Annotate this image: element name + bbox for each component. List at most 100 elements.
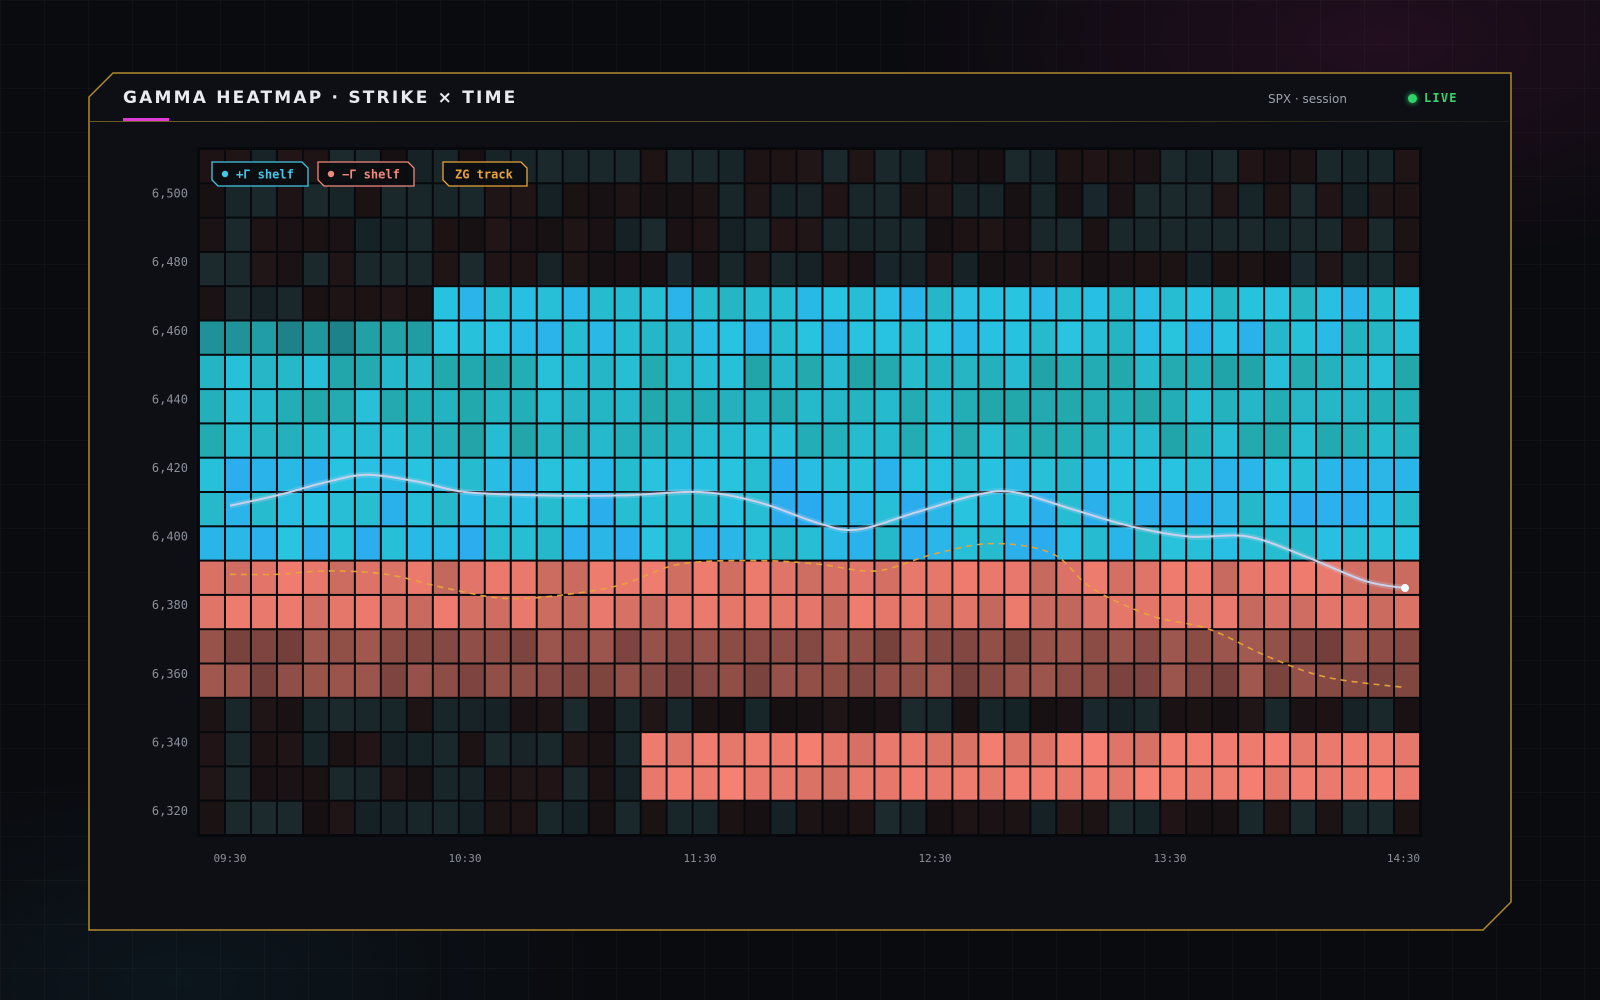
heatmap-cell bbox=[277, 733, 302, 766]
heatmap-cell bbox=[1187, 561, 1212, 594]
heatmap-cell bbox=[979, 664, 1004, 697]
heatmap-cell bbox=[1239, 493, 1264, 526]
heatmap-cell bbox=[667, 287, 692, 320]
heatmap-cell bbox=[693, 321, 718, 354]
heatmap-cell bbox=[1213, 252, 1238, 286]
heatmap-cell bbox=[927, 287, 952, 320]
legend-dot-icon bbox=[327, 170, 335, 178]
heatmap-cell bbox=[303, 287, 328, 320]
heatmap-cell bbox=[927, 390, 952, 423]
heatmap-cell bbox=[1031, 287, 1056, 320]
heatmap-cell bbox=[771, 630, 796, 663]
heatmap-cell bbox=[953, 321, 978, 354]
heatmap-cell bbox=[875, 527, 900, 560]
heatmap-cell bbox=[433, 595, 458, 629]
heatmap-cell bbox=[849, 390, 874, 423]
heatmap-cell bbox=[381, 527, 406, 560]
heatmap-cell bbox=[1213, 355, 1238, 389]
heatmap-cell bbox=[537, 150, 562, 183]
heatmap-cell bbox=[485, 527, 510, 560]
heatmap-cell bbox=[1213, 767, 1238, 800]
heatmap-cell bbox=[277, 458, 302, 491]
heatmap-cell bbox=[927, 630, 952, 663]
heatmap-cell bbox=[641, 733, 666, 766]
heatmap-cell bbox=[1395, 767, 1419, 800]
heatmap-cell bbox=[1265, 493, 1290, 526]
heatmap-cell bbox=[1187, 458, 1212, 491]
heatmap-cell bbox=[1395, 595, 1419, 629]
heatmap-cell bbox=[407, 767, 432, 800]
heatmap-cell bbox=[277, 630, 302, 663]
heatmap-cell bbox=[1135, 424, 1160, 457]
heatmap-cell bbox=[1369, 458, 1394, 491]
heatmap-cell bbox=[433, 218, 458, 251]
heatmap-cell bbox=[875, 150, 900, 183]
heatmap-cell bbox=[589, 664, 614, 697]
heatmap-cell bbox=[459, 218, 484, 251]
heatmap-cell bbox=[537, 184, 562, 217]
heatmap-cell bbox=[1135, 458, 1160, 491]
heatmap-cell bbox=[589, 595, 614, 629]
heatmap-cell bbox=[381, 698, 406, 732]
heatmap-cell bbox=[589, 458, 614, 491]
heatmap-cell bbox=[407, 698, 432, 732]
heatmap-cell bbox=[1343, 424, 1368, 457]
heatmap-cell bbox=[823, 184, 848, 217]
heatmap-cell bbox=[563, 150, 588, 183]
heatmap-cell bbox=[329, 561, 354, 594]
heatmap-cell bbox=[1239, 801, 1264, 834]
heatmap-cell bbox=[355, 527, 380, 560]
heatmap-cell bbox=[225, 561, 250, 594]
heatmap-cell bbox=[979, 733, 1004, 766]
heatmap-cell bbox=[1187, 733, 1212, 766]
heatmap-cell bbox=[1265, 150, 1290, 183]
heatmap-cell bbox=[381, 493, 406, 526]
heatmap-cell bbox=[1239, 424, 1264, 457]
heatmap-cell bbox=[225, 767, 250, 800]
heatmap-cell bbox=[459, 595, 484, 629]
heatmap-cell bbox=[1135, 355, 1160, 389]
heatmap-cell bbox=[355, 424, 380, 457]
heatmap-cell bbox=[1135, 561, 1160, 594]
heatmap-cell bbox=[1187, 252, 1212, 286]
heatmap-cell bbox=[745, 733, 770, 766]
heatmap-cell bbox=[303, 698, 328, 732]
heatmap-cell bbox=[1317, 698, 1342, 732]
heatmap-cell bbox=[849, 801, 874, 834]
heatmap-cell bbox=[1265, 458, 1290, 491]
heatmap-cell bbox=[1291, 801, 1316, 834]
heatmap-cell bbox=[1239, 184, 1264, 217]
heatmap-cell bbox=[1369, 252, 1394, 286]
heatmap-cell bbox=[745, 767, 770, 800]
heatmap-cell bbox=[823, 390, 848, 423]
heatmap-cell bbox=[1265, 184, 1290, 217]
heatmap-cell bbox=[200, 698, 224, 732]
heatmap-cell bbox=[485, 801, 510, 834]
heatmap-cell bbox=[667, 801, 692, 834]
heatmap-cell bbox=[693, 561, 718, 594]
heatmap-cell bbox=[1083, 390, 1108, 423]
heatmap-cell bbox=[927, 458, 952, 491]
heatmap-cell bbox=[1395, 630, 1419, 663]
heatmap-cell bbox=[979, 493, 1004, 526]
heatmap-cell bbox=[797, 321, 822, 354]
heatmap-cell bbox=[1083, 321, 1108, 354]
heatmap-cell bbox=[875, 595, 900, 629]
heatmap-cell bbox=[225, 218, 250, 251]
heatmap-cell bbox=[1395, 698, 1419, 732]
heatmap-cell bbox=[1317, 252, 1342, 286]
heatmap-cell bbox=[329, 595, 354, 629]
heatmap-cell bbox=[277, 355, 302, 389]
heatmap-cell bbox=[485, 767, 510, 800]
heatmap-cell bbox=[200, 287, 224, 320]
y-tick-label: 6,500 bbox=[152, 187, 188, 201]
heatmap-cell bbox=[979, 767, 1004, 800]
heatmap-cell bbox=[927, 252, 952, 286]
heatmap-cell bbox=[225, 698, 250, 732]
heatmap-cell bbox=[485, 218, 510, 251]
heatmap-cell bbox=[1187, 150, 1212, 183]
heatmap-cell bbox=[433, 630, 458, 663]
heatmap-cell bbox=[1343, 390, 1368, 423]
heatmap-cell bbox=[1109, 184, 1134, 217]
heatmap-cell bbox=[303, 218, 328, 251]
